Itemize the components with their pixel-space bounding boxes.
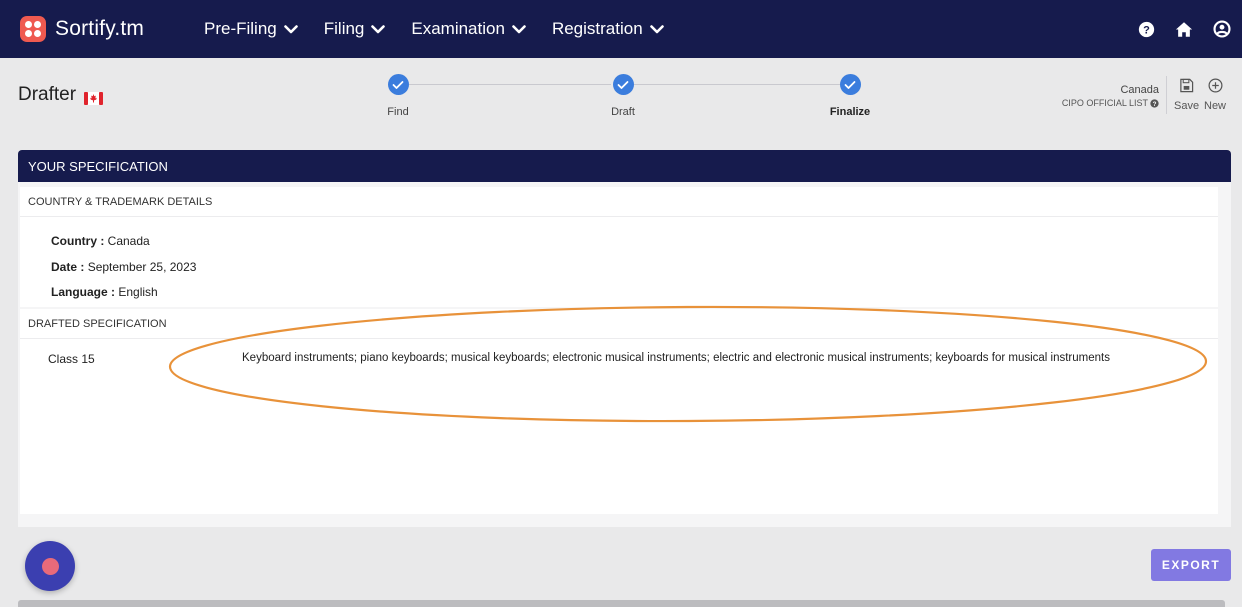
app-title: Sortify.tm: [55, 17, 145, 40]
chat-fab-button[interactable]: [25, 541, 75, 591]
page-title: Drafter: [18, 84, 104, 106]
nav-item-pre-filing[interactable]: Pre-Filing: [204, 19, 298, 39]
source-list[interactable]: CIPO OFFICIAL LIST ?: [1062, 97, 1159, 110]
chevron-down-icon: [283, 24, 298, 33]
class-label: Class 15: [48, 352, 95, 366]
check-icon: [612, 74, 634, 95]
source-country: Canada: [1120, 84, 1159, 96]
svg-text:?: ?: [1143, 24, 1150, 36]
app-logo[interactable]: Sortify.tm: [20, 16, 144, 42]
help-icon: ?: [1150, 99, 1159, 108]
nav-item-label: Filing: [323, 19, 365, 38]
check-icon: [839, 74, 861, 95]
nav-item-filing[interactable]: Filing: [324, 19, 386, 39]
spec-panel: COUNTRY & TRADEMARK DETAILS Country : Ca…: [18, 182, 1231, 527]
detail-value: Canada: [107, 234, 150, 248]
step-draft[interactable]: Draft: [593, 74, 653, 118]
step-label: Finalize: [829, 106, 871, 118]
nav-item-label: Registration: [551, 19, 643, 38]
step-label: Find: [387, 106, 409, 118]
detail-value: September 25, 2023: [87, 260, 197, 274]
drafted-section-title: DRAFTED SPECIFICATION: [20, 309, 1218, 339]
save-label: Save: [1174, 100, 1200, 112]
page-title-text: Drafter: [18, 84, 77, 105]
stepper-connector: [634, 84, 840, 85]
user-icon[interactable]: [1212, 19, 1232, 39]
help-icon[interactable]: ?: [1136, 19, 1156, 39]
detail-label: Language :: [51, 285, 116, 299]
detail-label: Date :: [51, 260, 85, 274]
stepper-connector: [409, 84, 611, 85]
detail-label: Country :: [51, 234, 105, 248]
detail-country: Country : Canada: [51, 234, 150, 248]
source-list-label: CIPO OFFICIAL LIST: [1061, 98, 1148, 108]
save-icon: [1180, 78, 1194, 93]
logo-icon: [20, 16, 46, 42]
canada-flag-icon: [84, 89, 104, 105]
spec-header-title: YOUR SPECIFICATION: [28, 158, 168, 174]
nav-item-registration[interactable]: Registration: [552, 19, 664, 39]
step-find[interactable]: Find: [368, 74, 428, 118]
detail-date: Date : September 25, 2023: [51, 260, 196, 274]
new-label: New: [1204, 100, 1227, 112]
divider: [1166, 76, 1167, 114]
nav-item-examination[interactable]: Examination: [411, 19, 526, 39]
nav-item-label: Pre-Filing: [204, 19, 277, 38]
svg-text:?: ?: [1153, 101, 1157, 108]
export-button[interactable]: EXPORT: [1151, 549, 1231, 581]
home-icon[interactable]: [1174, 19, 1194, 39]
chevron-down-icon: [649, 24, 664, 33]
check-icon: [387, 74, 409, 95]
detail-language: Language : English: [51, 285, 158, 299]
drafted-section: DRAFTED SPECIFICATION: [20, 309, 1218, 514]
add-circle-icon: [1208, 78, 1222, 93]
new-button[interactable]: New: [1204, 78, 1226, 112]
top-navbar: Sortify.tm Pre-Filing Filing Examination…: [0, 0, 1242, 58]
save-button[interactable]: Save: [1174, 78, 1199, 112]
main-nav: Pre-Filing Filing Examination Registrati…: [204, 0, 690, 58]
bottom-scrollbar[interactable]: [18, 600, 1225, 607]
details-section-title: COUNTRY & TRADEMARK DETAILS: [20, 187, 1218, 217]
chat-icon: [41, 557, 59, 575]
nav-item-label: Examination: [411, 19, 505, 38]
step-label: Draft: [611, 106, 635, 118]
spec-header: YOUR SPECIFICATION: [18, 150, 1231, 182]
nav-icons: ?: [1118, 19, 1232, 39]
chevron-down-icon: [371, 24, 386, 33]
detail-value: English: [118, 285, 158, 299]
chevron-down-icon: [512, 24, 526, 33]
details-section: COUNTRY & TRADEMARK DETAILS Country : Ca…: [20, 187, 1218, 307]
source-indicator: Canada CIPO OFFICIAL LIST ?: [1062, 84, 1159, 110]
step-finalize[interactable]: Finalize: [820, 74, 880, 118]
class-terms[interactable]: Keyboard instruments; piano keyboards; m…: [242, 352, 1110, 364]
